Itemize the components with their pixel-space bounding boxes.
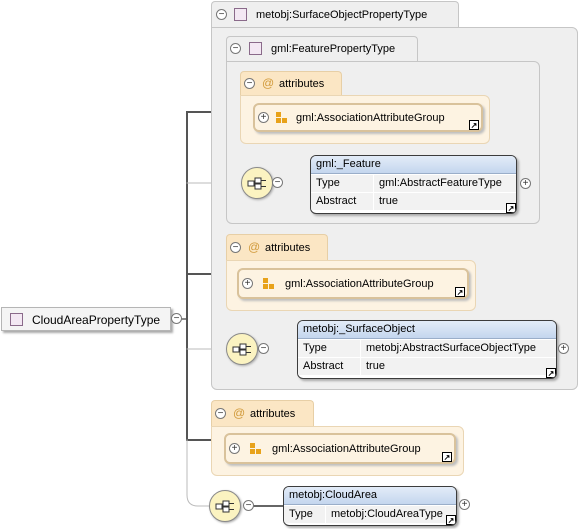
root-label: CloudAreaPropertyType <box>32 313 161 327</box>
jump-icon[interactable]: ↗ <box>446 515 456 525</box>
outer-extension-header[interactable]: − metobj:SurfaceObjectPropertyType <box>211 1 459 28</box>
jump-icon[interactable]: ↗ <box>546 368 556 378</box>
root-toggle[interactable]: − <box>171 313 182 324</box>
attributes-header-3[interactable]: − @ attributes <box>211 400 314 427</box>
attribute-group-1[interactable]: + gml:AssociationAttributeGroup ↗ <box>253 103 483 132</box>
attribute-group-toggle-3[interactable]: + <box>229 443 240 454</box>
element-cloud-area-row: Type metobj:CloudAreaType <box>284 505 456 523</box>
element-surface-object-name: metobj:_SurfaceObject <box>298 321 556 339</box>
attribute-group-3[interactable]: + gml:AssociationAttributeGroup ↗ <box>224 433 456 464</box>
outer-extension-toggle[interactable]: − <box>216 9 227 20</box>
attribute-group-label-2: gml:AssociationAttributeGroup <box>285 278 434 290</box>
jump-icon[interactable]: ↗ <box>442 452 452 462</box>
attributes-label-2: attributes <box>265 242 311 254</box>
element-cloud-area[interactable]: metobj:CloudArea Type metobj:CloudAreaTyp… <box>283 486 457 526</box>
attributes-at-icon: @ <box>233 406 246 420</box>
element-feature-name: gml:_Feature <box>311 156 516 174</box>
sequence-1[interactable] <box>241 167 273 199</box>
sequence-3[interactable] <box>209 490 241 522</box>
attribute-group-label-3: gml:AssociationAttributeGroup <box>272 443 421 455</box>
attribute-group-icon <box>263 278 274 289</box>
sequence-2-toggle[interactable]: − <box>258 343 269 354</box>
element-surface-object-row: Type metobj:AbstractSurfaceObjectType <box>298 339 556 357</box>
connector-branch-seq3 <box>186 439 210 507</box>
attribute-group-toggle-1[interactable]: + <box>258 112 269 123</box>
element-surface-object[interactable]: metobj:_SurfaceObject Type metobj:Abstrac… <box>297 320 557 379</box>
jump-icon[interactable]: ↗ <box>506 203 516 213</box>
element-cloud-area-toggle[interactable]: + <box>459 499 470 510</box>
sequence-icon <box>215 500 234 513</box>
complex-type-icon <box>234 8 247 21</box>
root-complex-type[interactable]: CloudAreaPropertyType <box>1 307 171 331</box>
element-feature-row: Abstract true <box>311 192 516 210</box>
attributes-toggle-1[interactable]: − <box>244 78 255 89</box>
attribute-group-2[interactable]: + gml:AssociationAttributeGroup ↗ <box>237 268 469 299</box>
attributes-at-icon: @ <box>248 240 261 254</box>
complex-type-icon <box>10 313 23 326</box>
jump-icon[interactable]: ↗ <box>469 120 479 130</box>
complex-type-icon <box>249 42 262 55</box>
inner-extension-toggle[interactable]: − <box>230 43 241 54</box>
element-surface-object-row: Abstract true <box>298 357 556 375</box>
sequence-icon <box>232 343 251 356</box>
attribute-group-label-1: gml:AssociationAttributeGroup <box>296 112 445 124</box>
attributes-toggle-2[interactable]: − <box>230 242 241 253</box>
attributes-header-1[interactable]: − @ attributes <box>240 71 342 96</box>
sequence-icon <box>247 177 266 190</box>
attributes-label-1: attributes <box>279 78 325 90</box>
inner-extension-label: gml:FeaturePropertyType <box>271 43 396 55</box>
element-feature[interactable]: gml:_Feature Type gml:AbstractFeatureType… <box>310 155 517 214</box>
attribute-group-icon <box>276 112 287 123</box>
attributes-label-3: attributes <box>250 408 296 420</box>
attributes-at-icon: @ <box>262 76 275 90</box>
inner-extension-header[interactable]: − gml:FeaturePropertyType <box>226 36 418 62</box>
sequence-2[interactable] <box>226 333 258 365</box>
attributes-toggle-3[interactable]: − <box>215 408 226 419</box>
jump-icon[interactable]: ↗ <box>455 287 465 297</box>
attribute-group-toggle-2[interactable]: + <box>242 278 253 289</box>
attribute-group-icon <box>250 443 261 454</box>
element-feature-toggle[interactable]: + <box>520 178 531 189</box>
attributes-header-2[interactable]: − @ attributes <box>226 234 328 261</box>
element-feature-row: Type gml:AbstractFeatureType <box>311 174 516 192</box>
sequence-3-toggle[interactable]: − <box>243 500 254 511</box>
sequence-1-toggle[interactable]: − <box>272 177 283 188</box>
outer-extension-label: metobj:SurfaceObjectPropertyType <box>256 9 428 21</box>
element-cloud-area-name: metobj:CloudArea <box>284 487 456 505</box>
element-surface-object-toggle[interactable]: + <box>558 343 569 354</box>
